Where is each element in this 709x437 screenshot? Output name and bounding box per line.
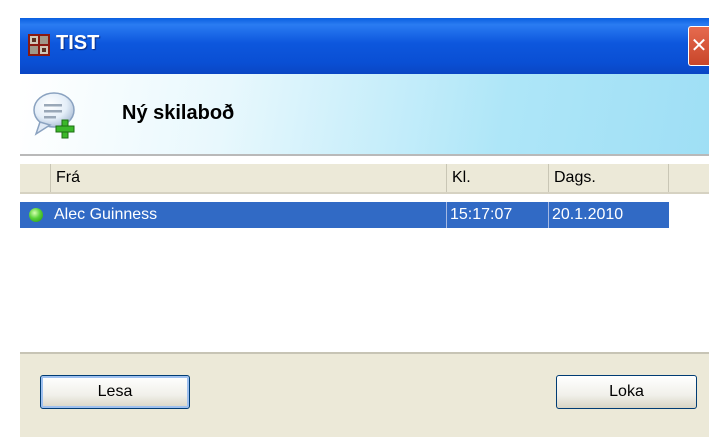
title-bar[interactable]: TIST ✕ [20,18,709,74]
close-button[interactable]: Loka [556,375,697,409]
header-title: Ný skilaboð [122,102,235,124]
column-header-time[interactable]: Kl. [447,164,549,192]
app-icon [28,34,50,56]
online-status-icon [29,208,43,222]
read-button[interactable]: Lesa [40,375,190,409]
dialog-header: Ný skilaboð [20,74,709,154]
window-title: TIST [56,32,100,54]
message-dialog: TIST ✕ Ný skilaboð Frá Kl. Dags. Alec Gu… [20,18,709,437]
row-time: 15:17:07 [447,202,549,228]
list-header: Frá Kl. Dags. [20,164,709,194]
close-icon: ✕ [690,33,708,57]
column-header-status[interactable] [20,164,51,192]
row-from: Alec Guinness [51,202,447,228]
footer-divider [20,352,709,354]
message-list[interactable]: Frá Kl. Dags. Alec Guinness 15:17:07 20.… [20,156,709,352]
column-header-from[interactable]: Frá [51,164,447,192]
new-message-icon [33,92,75,139]
close-window-button[interactable]: ✕ [688,26,709,66]
row-date: 20.1.2010 [552,206,624,223]
column-header-date[interactable]: Dags. [549,164,669,192]
table-row[interactable]: Alec Guinness 15:17:07 20.1.2010 [20,202,669,228]
